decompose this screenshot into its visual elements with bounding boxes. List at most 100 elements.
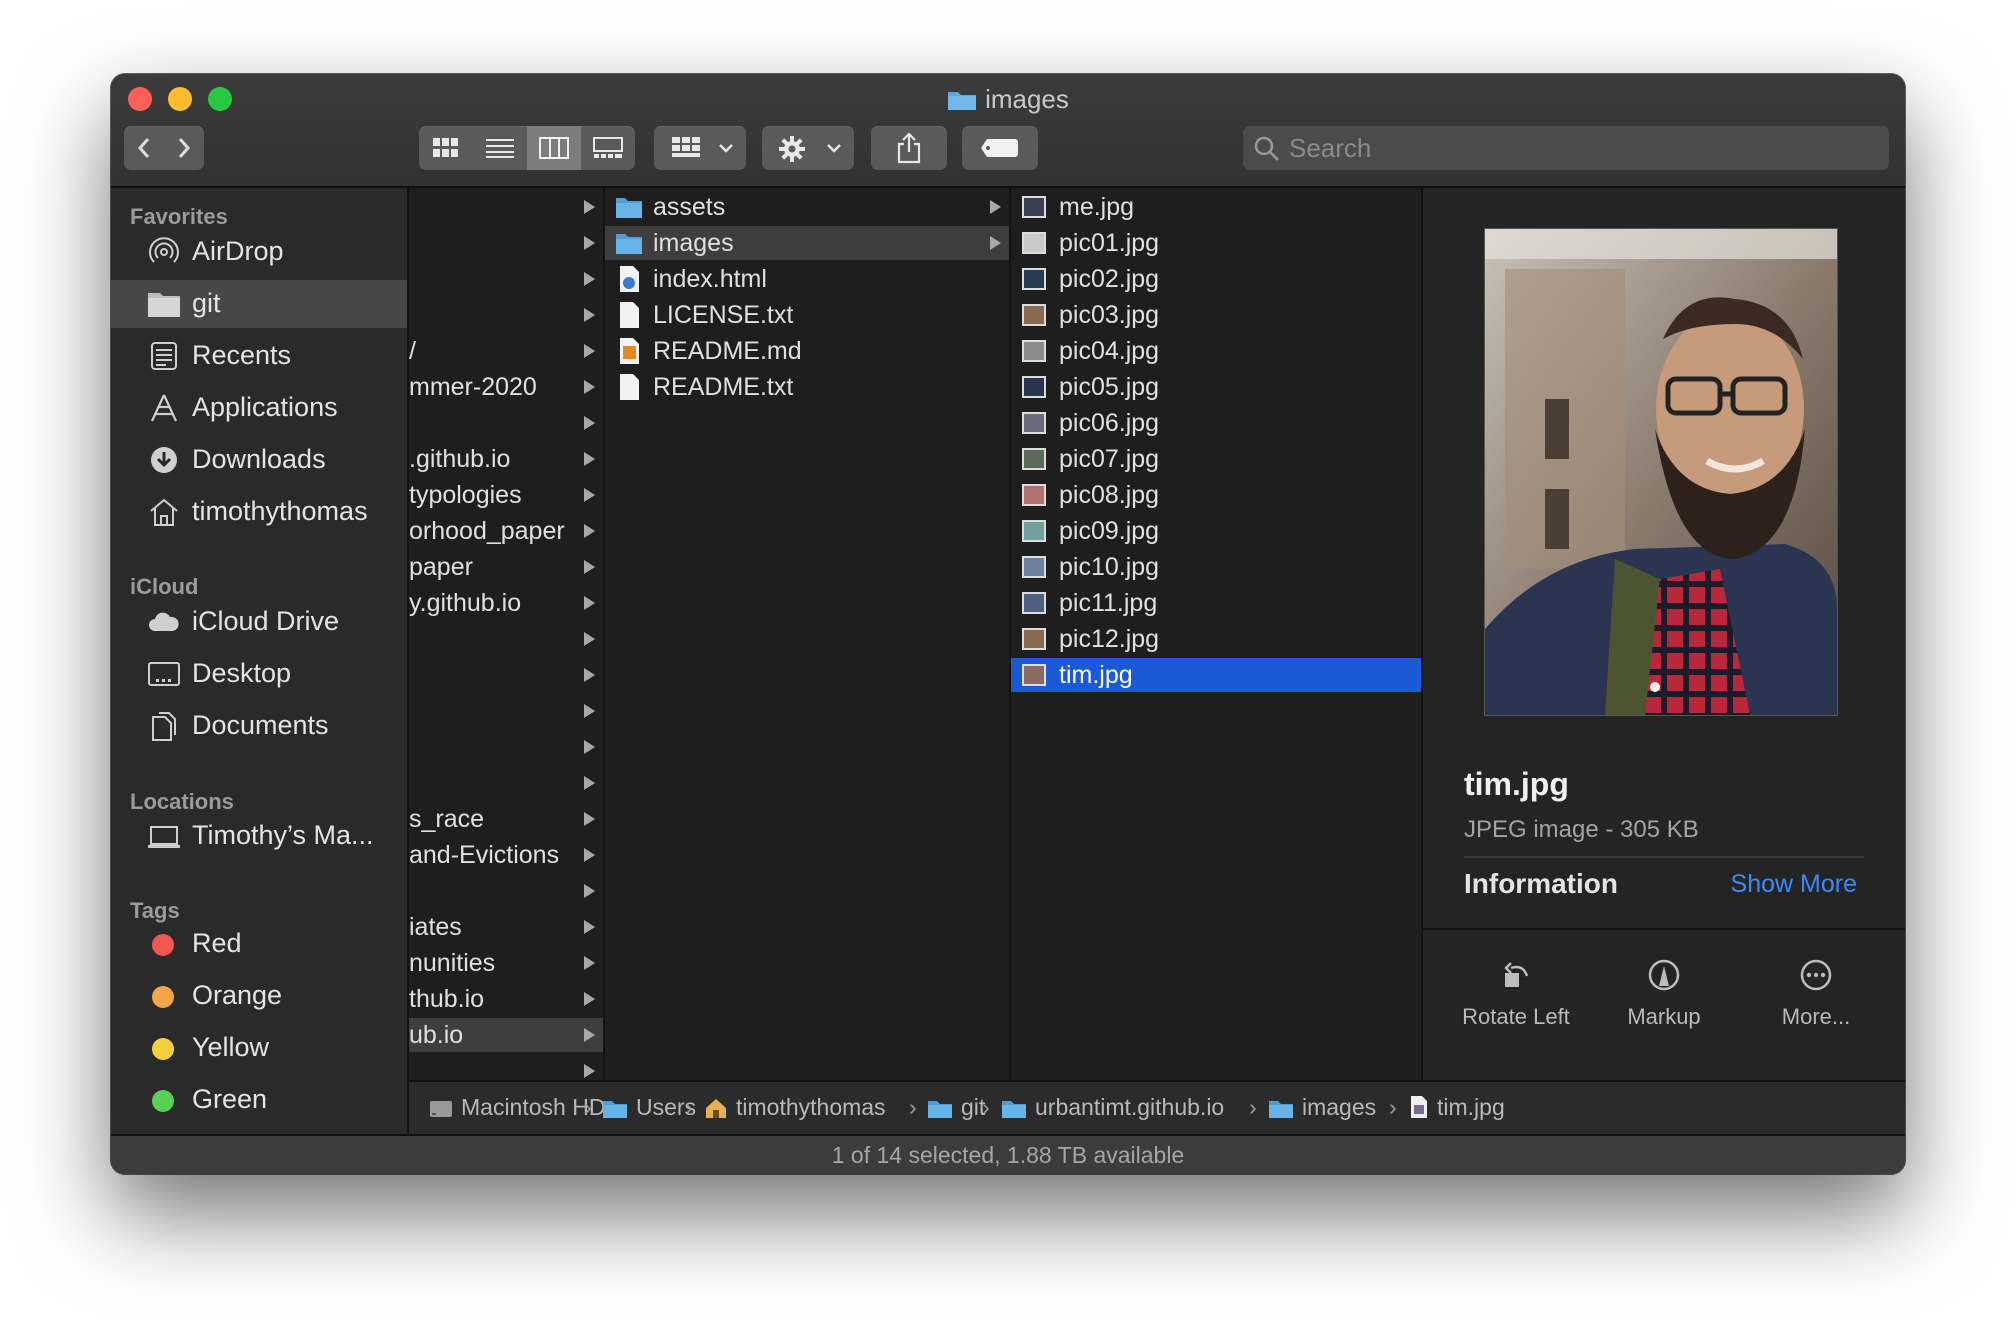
list-item[interactable]: pic01.jpg (1011, 226, 1421, 260)
path-crumb-home[interactable]: timothythomas (704, 1094, 886, 1121)
list-item[interactable]: me.jpg (1011, 190, 1421, 224)
list-item[interactable]: README.txt (605, 370, 1009, 404)
list-item[interactable] (409, 262, 603, 296)
list-item[interactable]: y.github.io (409, 586, 603, 620)
sidebar-tag-green[interactable]: Green (111, 1076, 407, 1124)
sidebar-tag-yellow[interactable]: Yellow (111, 1024, 407, 1072)
list-item[interactable]: typologies (409, 478, 603, 512)
list-item[interactable] (409, 622, 603, 656)
list-item[interactable]: pic12.jpg (1011, 622, 1421, 656)
tags-button[interactable] (962, 126, 1038, 170)
disclosure-arrow-icon (584, 704, 595, 718)
list-item[interactable]: README.md (605, 334, 1009, 368)
list-item[interactable] (409, 658, 603, 692)
list-item[interactable]: thub.io (409, 982, 603, 1016)
path-crumb-users[interactable]: Users (602, 1094, 696, 1121)
image-file-icon (1411, 1096, 1427, 1118)
yellow-tag-dot (152, 1038, 174, 1060)
list-item[interactable]: pic10.jpg (1011, 550, 1421, 584)
group-button[interactable] (654, 126, 746, 170)
window-title: images (111, 84, 1905, 115)
list-item[interactable]: pic05.jpg (1011, 370, 1421, 404)
list-item[interactable]: index.html (605, 262, 1009, 296)
list-item[interactable]: images (605, 226, 1009, 260)
red-tag-dot (152, 934, 174, 956)
sidebar-item-computer[interactable]: Timothy’s Ma... (111, 812, 407, 860)
markup-button[interactable]: Markup (1589, 958, 1739, 1030)
list-item[interactable]: ub.io (409, 1018, 603, 1052)
gallery-view-button[interactable] (581, 126, 635, 170)
text-file-icon (620, 302, 639, 328)
column-view-button[interactable] (527, 126, 581, 170)
sidebar-item-home[interactable]: timothythomas (111, 488, 407, 536)
list-item[interactable]: LICENSE.txt (605, 298, 1009, 332)
search-input[interactable]: Search (1243, 126, 1889, 170)
list-item[interactable] (409, 1054, 603, 1080)
preview-pane: tim.jpg JPEG image - 305 KB Information … (1423, 188, 1905, 1080)
path-crumb-images[interactable]: images (1268, 1094, 1376, 1121)
group-grid-icon (672, 137, 700, 157)
list-item[interactable]: mmer-2020 (409, 370, 603, 404)
back-button[interactable] (124, 126, 164, 170)
list-item[interactable] (409, 226, 603, 260)
list-item[interactable]: pic02.jpg (1011, 262, 1421, 296)
sidebar-item-recents[interactable]: Recents (111, 332, 407, 380)
rotate-left-button[interactable]: Rotate Left (1441, 958, 1591, 1030)
path-crumb-git[interactable]: git (927, 1094, 985, 1121)
disclosure-arrow-icon (584, 416, 595, 430)
sidebar-tag-orange[interactable]: Orange (111, 972, 407, 1020)
sidebar-item-airdrop[interactable]: AirDrop (111, 228, 407, 276)
sidebar-item-git[interactable]: git (111, 280, 407, 328)
sidebar-item-applications[interactable]: Applications (111, 384, 407, 432)
list-item[interactable]: assets (605, 190, 1009, 224)
list-item[interactable]: pic08.jpg (1011, 478, 1421, 512)
list-item[interactable] (409, 190, 603, 224)
sidebar-item-documents[interactable]: Documents (111, 702, 407, 750)
list-item[interactable]: nunities (409, 946, 603, 980)
sidebar-tag-red[interactable]: Red (111, 920, 407, 968)
list-item[interactable] (409, 406, 603, 440)
list-item[interactable]: s_race (409, 802, 603, 836)
show-more-link[interactable]: Show More (1731, 870, 1857, 899)
list-item[interactable] (409, 298, 603, 332)
path-crumb-file[interactable]: tim.jpg (1409, 1094, 1505, 1121)
list-item[interactable]: iates (409, 910, 603, 944)
path-crumb-repo[interactable]: urbantimt.github.io (1001, 1094, 1224, 1121)
disclosure-arrow-icon (584, 884, 595, 898)
forward-button[interactable] (164, 126, 204, 170)
path-crumb-macintosh-hd[interactable]: Macintosh HD (429, 1094, 605, 1121)
list-item[interactable] (409, 874, 603, 908)
list-item[interactable]: / (409, 334, 603, 368)
list-item[interactable]: pic04.jpg (1011, 334, 1421, 368)
more-button[interactable]: More... (1741, 958, 1891, 1030)
sidebar-item-downloads[interactable]: Downloads (111, 436, 407, 484)
action-menu-button[interactable] (762, 126, 854, 170)
share-button[interactable] (871, 126, 947, 170)
list-item[interactable]: pic06.jpg (1011, 406, 1421, 440)
folder-icon (948, 92, 977, 110)
sidebar: Favorites AirDrop git Recents Applicatio… (111, 188, 409, 1134)
icon-view-button[interactable] (419, 126, 473, 170)
list-item[interactable]: paper (409, 550, 603, 584)
sidebar-item-desktop[interactable]: Desktop (111, 650, 407, 698)
list-item[interactable] (409, 694, 603, 728)
list-item[interactable]: pic09.jpg (1011, 514, 1421, 548)
list-item[interactable]: pic11.jpg (1011, 586, 1421, 620)
home-icon (706, 1099, 726, 1118)
column-git: / mmer-2020 .github.io typologies orhood_pap… (409, 188, 605, 1080)
list-item[interactable]: tim.jpg (1011, 658, 1421, 692)
folder-icon (616, 234, 642, 254)
list-item[interactable]: orhood_paper (409, 514, 603, 548)
list-item[interactable]: .github.io (409, 442, 603, 476)
list-item[interactable]: pic07.jpg (1011, 442, 1421, 476)
list-icon (486, 139, 514, 158)
list-item[interactable]: and-Evictions (409, 838, 603, 872)
list-item[interactable] (409, 766, 603, 800)
list-item[interactable]: pic03.jpg (1011, 298, 1421, 332)
divider (1464, 856, 1864, 858)
list-view-button[interactable] (473, 126, 527, 170)
image-thumbnail-icon (1022, 628, 1046, 650)
list-item[interactable] (409, 730, 603, 764)
disclosure-arrow-icon (584, 740, 595, 754)
sidebar-item-icloud-drive[interactable]: iCloud Drive (111, 598, 407, 646)
